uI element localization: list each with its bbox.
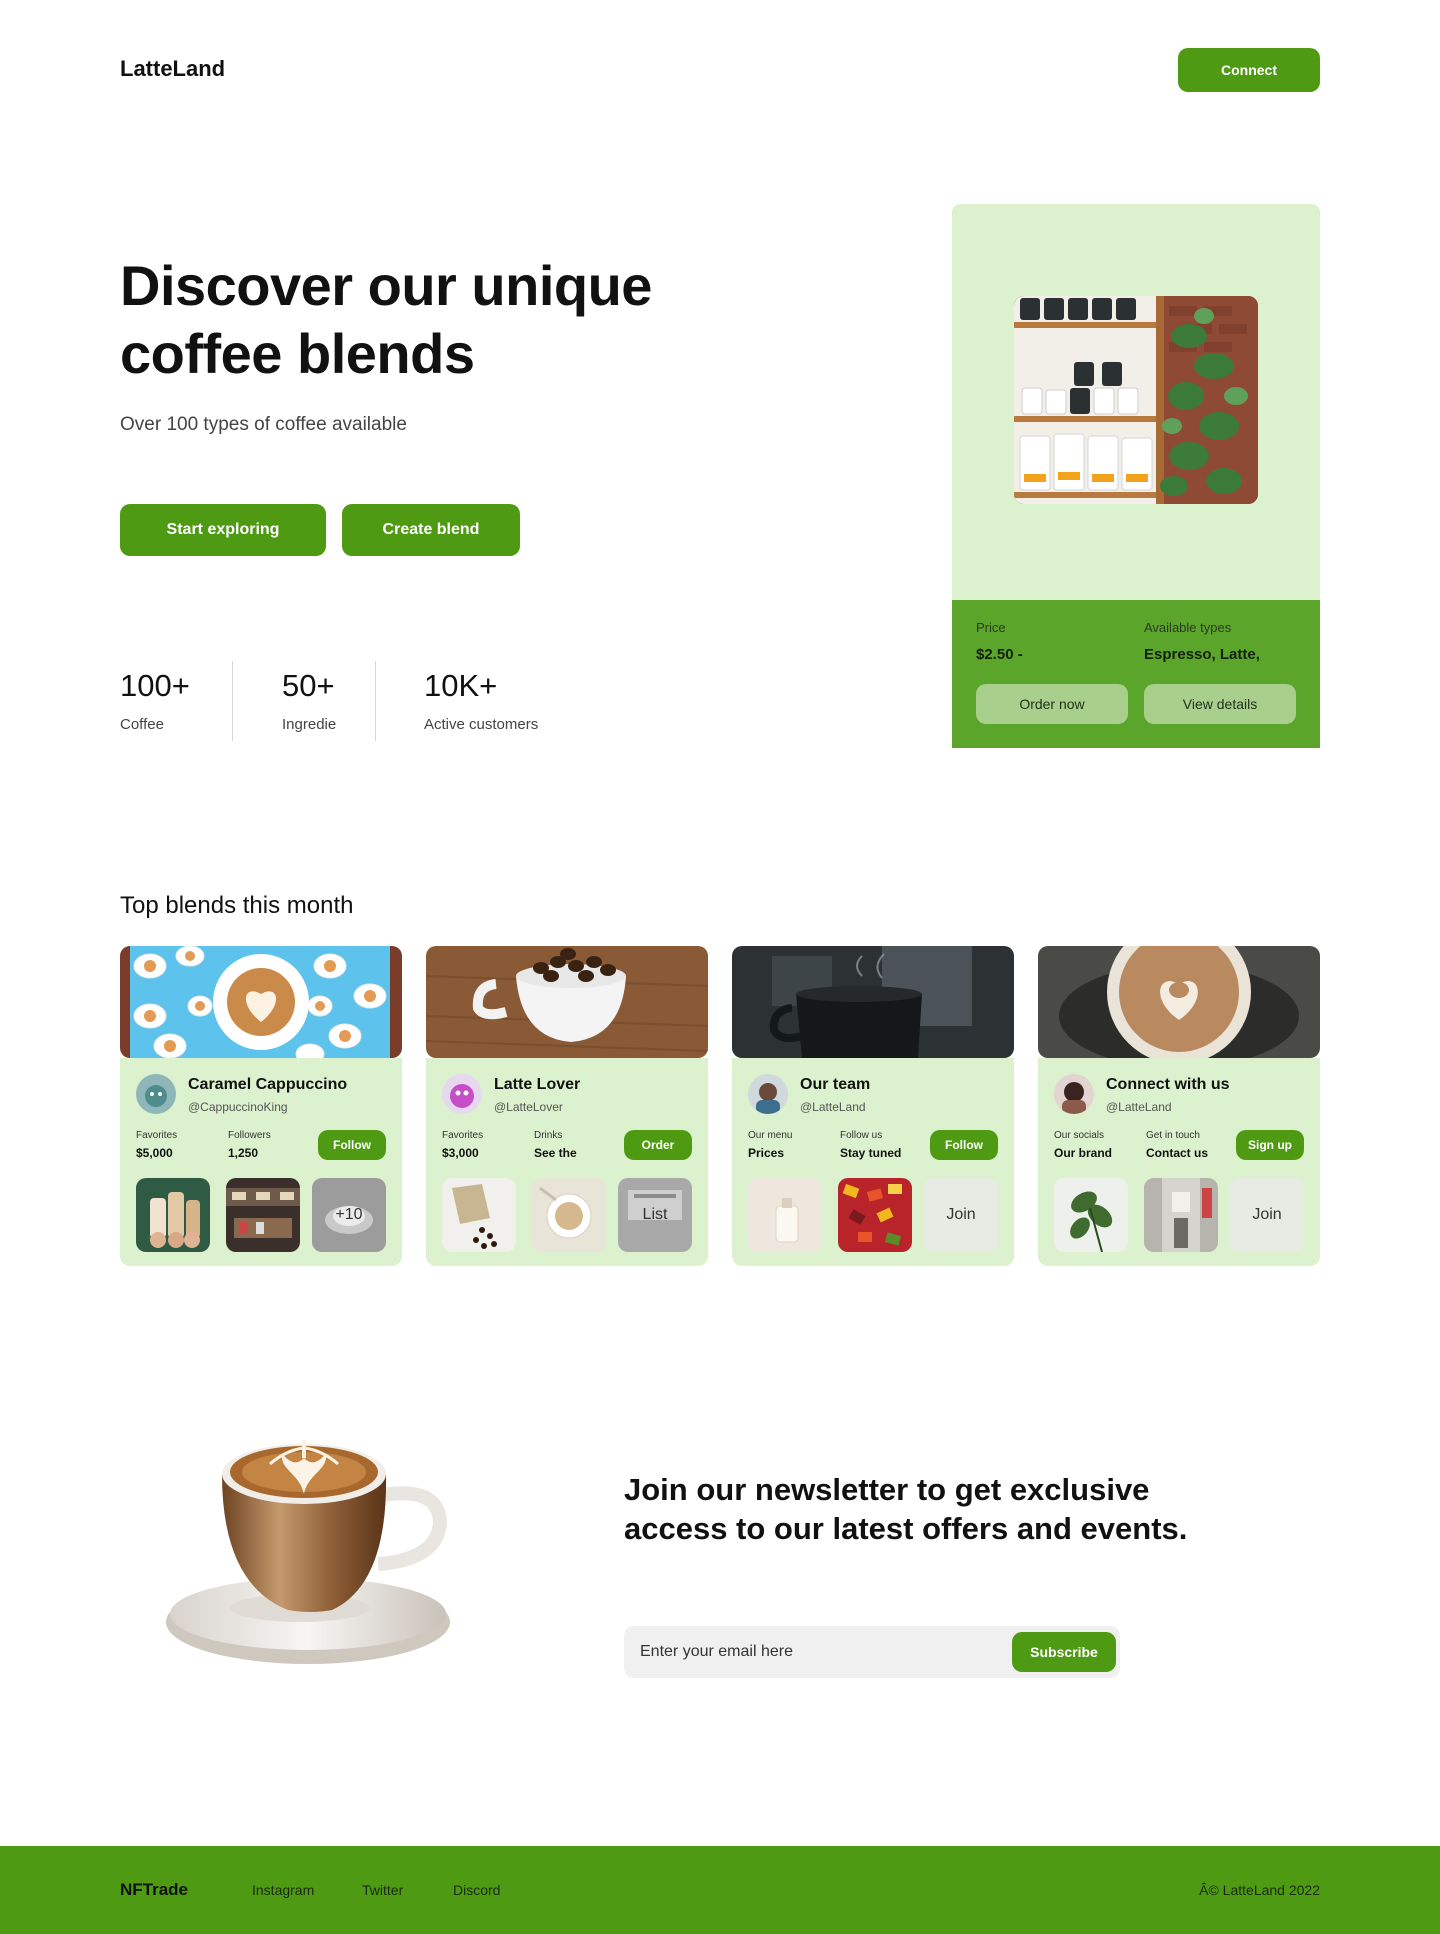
stat-label: Get in touch <box>1146 1130 1200 1141</box>
featured-product-card: Price $2.50 - Available types Espresso, … <box>952 204 1320 748</box>
stat-value: 50+ <box>282 668 335 703</box>
stat-label: Favorites <box>136 1130 178 1141</box>
cafe-interior-thumbnail[interactable] <box>226 1178 300 1252</box>
black-coffee-mug-image <box>732 946 1014 1058</box>
hero-title: Discover our unique coffee blends <box>120 254 652 385</box>
stat-value: Prices <box>748 1146 785 1160</box>
connect-button[interactable]: Connect <box>1178 48 1320 92</box>
coffee-bag-thumbnail[interactable] <box>442 1178 516 1252</box>
stat-value: See the <box>534 1146 577 1160</box>
stat-coffee: 100+ Coffee <box>120 668 190 733</box>
top-blends-title: Top blends this month <box>120 892 354 919</box>
more-count: +10 <box>335 1206 363 1223</box>
footer-link-discord[interactable]: Discord <box>453 1882 500 1898</box>
blend-handle: @CappuccinoKing <box>188 1100 288 1114</box>
avatar[interactable] <box>136 1074 176 1114</box>
follow-button[interactable]: Follow <box>318 1130 386 1160</box>
join-thumbnail[interactable]: Join <box>924 1178 998 1252</box>
blend-name[interactable]: Our team <box>800 1076 870 1094</box>
email-input[interactable] <box>640 1641 1000 1663</box>
types-label: Available types <box>1144 620 1232 635</box>
footer: NFTrade Instagram Twitter Discord Â© Lat… <box>0 1846 1440 1934</box>
stat-divider <box>375 661 376 741</box>
brand-logo[interactable]: LatteLand <box>120 56 225 82</box>
order-now-button[interactable]: Order now <box>976 684 1128 724</box>
stat-label: Follow us <box>840 1130 883 1141</box>
stat-customers: 10K+ Active customers <box>424 668 538 733</box>
hero-subtitle: Over 100 types of coffee available <box>120 414 407 435</box>
product-info-strip: Price $2.50 - Available types Espresso, … <box>952 600 1320 748</box>
blend-handle: @LatteLover <box>494 1100 563 1114</box>
follow-button[interactable]: Follow <box>930 1130 998 1160</box>
stat-divider <box>232 661 233 741</box>
stat-value: 10K+ <box>424 668 498 703</box>
stat-label: Our menu <box>748 1130 793 1141</box>
join-thumbnail[interactable]: Join <box>1230 1178 1304 1252</box>
subscribe-button[interactable]: Subscribe <box>1012 1632 1116 1672</box>
avatar[interactable] <box>1054 1074 1094 1114</box>
stat-value: Our brand <box>1054 1146 1113 1160</box>
stat-label: Coffee <box>120 716 164 733</box>
types-value: Espresso, Latte, <box>1144 646 1260 663</box>
newsletter-title: Join our newsletter to get exclusive acc… <box>624 1472 1188 1546</box>
sign-up-button[interactable]: Sign up <box>1236 1130 1304 1160</box>
footer-link-instagram[interactable]: Instagram <box>252 1882 314 1898</box>
price-label: Price <box>976 620 1006 635</box>
view-details-button[interactable]: View details <box>1144 684 1296 724</box>
newsletter-form: Subscribe <box>624 1626 1120 1678</box>
start-exploring-button[interactable]: Start exploring <box>120 504 326 556</box>
candy-thumbnail[interactable] <box>838 1178 912 1252</box>
blend-handle: @LatteLand <box>800 1100 866 1114</box>
blend-card-body: Our team @LatteLand Our menu Prices Foll… <box>732 1058 1014 1266</box>
list-label: List <box>642 1206 668 1223</box>
cappuccino-illustration <box>150 1414 460 1674</box>
stat-label: Favorites <box>442 1130 484 1141</box>
blend-card: Connect with us @LatteLand Our socials O… <box>1038 946 1320 1266</box>
latte-cup-thumbnail[interactable] <box>532 1178 606 1252</box>
avatar[interactable] <box>748 1074 788 1114</box>
coffee-shelf-image <box>1014 296 1258 504</box>
blend-card: Latte Lover @LatteLover Favorites $3,000… <box>426 946 708 1266</box>
stat-label: Our socials <box>1054 1130 1105 1141</box>
stat-value: $5,000 <box>136 1146 173 1160</box>
stat-value: 100+ <box>120 668 190 703</box>
blend-name[interactable]: Connect with us <box>1106 1076 1230 1094</box>
blend-card-body: Latte Lover @LatteLover Favorites $3,000… <box>426 1058 708 1266</box>
order-button[interactable]: Order <box>624 1130 692 1160</box>
price-value: $2.50 - <box>976 646 1023 663</box>
blend-name[interactable]: Latte Lover <box>494 1076 580 1094</box>
footer-brand[interactable]: NFTrade <box>120 1880 188 1900</box>
stat-value: Stay tuned <box>840 1146 902 1160</box>
stat-value: Contact us <box>1146 1146 1209 1160</box>
stat-label: Active customers <box>424 716 539 733</box>
cappuccino-image <box>120 946 402 1058</box>
blend-card: Caramel Cappuccino @CappuccinoKing Favor… <box>120 946 402 1266</box>
stat-label: Drinks <box>534 1130 563 1141</box>
blend-handle: @LatteLand <box>1106 1100 1172 1114</box>
list-thumbnail[interactable]: List <box>618 1178 692 1252</box>
more-photos-thumbnail[interactable]: +10 <box>312 1178 386 1252</box>
create-blend-button[interactable]: Create blend <box>342 504 520 556</box>
stat-value: $3,000 <box>442 1146 479 1160</box>
blend-card-body: Caramel Cappuccino @CappuccinoKing Favor… <box>120 1058 402 1266</box>
blend-card: Our team @LatteLand Our menu Prices Foll… <box>732 946 1014 1266</box>
milk-jar-thumbnail[interactable] <box>748 1178 822 1252</box>
stat-label: Ingredie <box>282 716 337 733</box>
coffee-beans-cup-image <box>426 946 708 1058</box>
blend-name[interactable]: Caramel Cappuccino <box>188 1076 347 1094</box>
friends-coffee-thumbnail[interactable] <box>136 1178 210 1252</box>
footer-link-twitter[interactable]: Twitter <box>362 1882 403 1898</box>
plant-thumbnail[interactable] <box>1054 1178 1128 1252</box>
stat-ingredients: 50+ Ingredie <box>282 668 336 733</box>
stat-value: 1,250 <box>228 1146 259 1160</box>
copyright: Â© LatteLand 2022 <box>1199 1882 1320 1898</box>
avatar[interactable] <box>442 1074 482 1114</box>
blend-card-body: Connect with us @LatteLand Our socials O… <box>1038 1058 1320 1266</box>
stat-label: Followers <box>228 1130 271 1141</box>
latte-art-image <box>1038 946 1320 1058</box>
alley-thumbnail[interactable] <box>1144 1178 1218 1252</box>
